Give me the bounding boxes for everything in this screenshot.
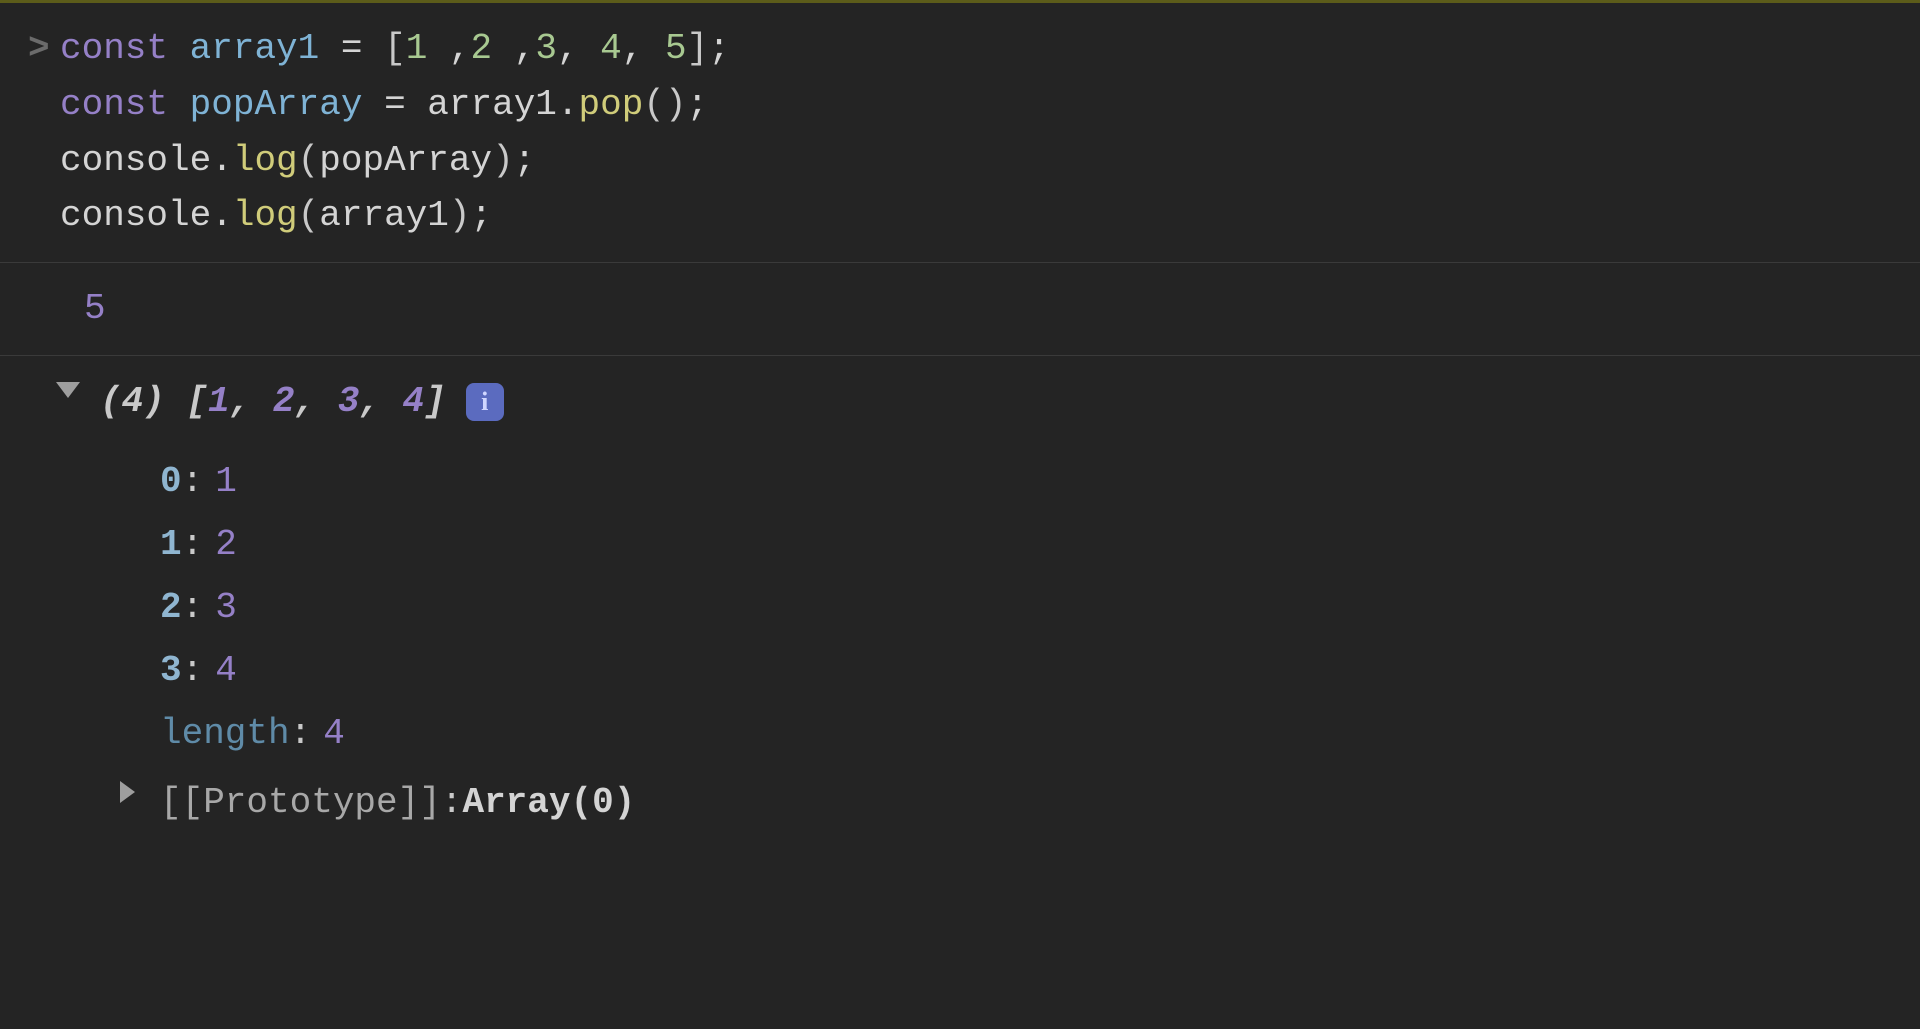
code-line-1: const array1 = [1 ,2 ,3, 4, 5]; — [60, 21, 1900, 77]
devtools-console: > const array1 = [1 ,2 ,3, 4, 5]; const … — [0, 3, 1920, 852]
method-log: log — [233, 140, 298, 181]
console-output-number[interactable]: 5 — [0, 263, 1920, 356]
method-log: log — [233, 195, 298, 236]
keyword-const: const — [60, 28, 168, 69]
info-icon[interactable]: i — [466, 383, 504, 421]
code-line-3: console.log(popArray); — [60, 133, 1900, 189]
console-input-entry[interactable]: > const array1 = [1 ,2 ,3, 4, 5]; const … — [0, 3, 1920, 263]
code-line-2: const popArray = array1.pop(); — [60, 77, 1900, 133]
array-index-row[interactable]: 1:2 — [160, 513, 1900, 576]
console-output-array[interactable]: (4) [1, 2, 3, 4] i 0:1 1:2 2:3 3:4 lengt… — [0, 356, 1920, 852]
chevron-down-icon[interactable] — [56, 382, 80, 398]
output-value: 5 — [60, 288, 106, 329]
identifier-array1: array1 — [190, 28, 320, 69]
array-index-row[interactable]: 2:3 — [160, 576, 1900, 639]
array-length-label: (4) — [100, 381, 165, 422]
array-summary-row[interactable]: (4) [1, 2, 3, 4] i — [100, 374, 1900, 430]
array-index-row[interactable]: 0:1 — [160, 450, 1900, 513]
array-prototype-row[interactable]: [[Prototype]]: Array(0) — [160, 765, 1900, 834]
code-line-4: console.log(array1); — [60, 188, 1900, 244]
input-prompt-icon: > — [28, 21, 50, 77]
keyword-const: const — [60, 84, 168, 125]
identifier-popArray: popArray — [190, 84, 363, 125]
array-properties: 0:1 1:2 2:3 3:4 length:4 [[Prototype]]: … — [100, 430, 1900, 834]
method-pop: pop — [579, 84, 644, 125]
array-index-row[interactable]: 3:4 — [160, 639, 1900, 702]
array-length-row[interactable]: length:4 — [160, 702, 1900, 765]
chevron-right-icon[interactable] — [120, 781, 135, 803]
